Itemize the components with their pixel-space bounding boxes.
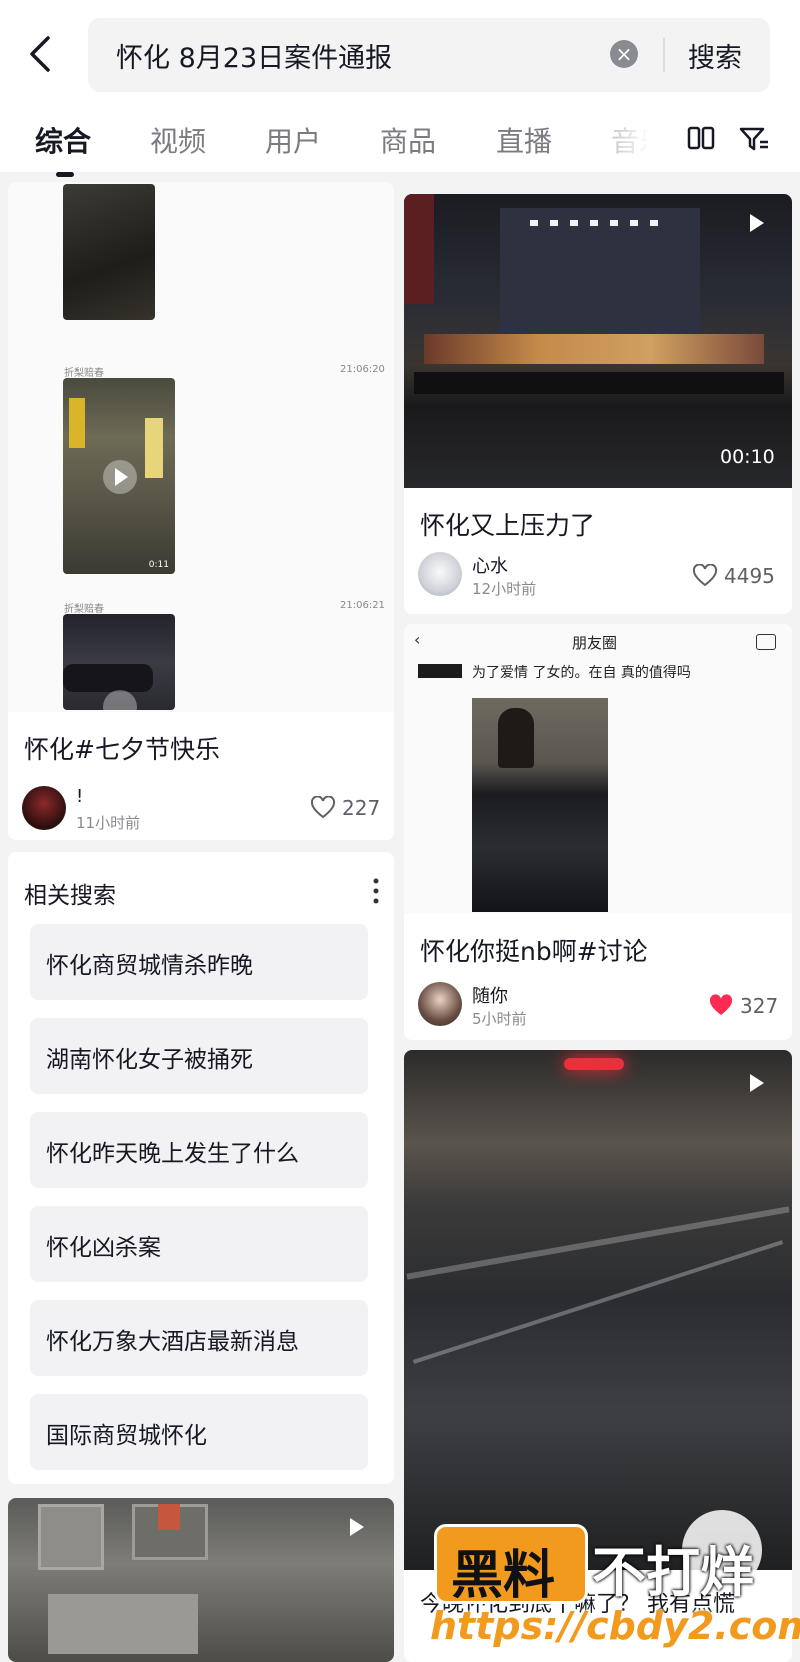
play-icon (103, 690, 137, 710)
related-item[interactable]: 怀化万象大酒店最新消息 (30, 1300, 368, 1376)
more-icon[interactable] (372, 878, 380, 908)
camera-icon (756, 634, 776, 650)
related-item[interactable]: 国际商贸城怀化 (30, 1394, 368, 1470)
figure-shape (145, 418, 163, 478)
tab-users[interactable]: 用户 (265, 120, 321, 160)
post-time: 12小时前 (472, 580, 537, 598)
video-title[interactable]: 怀化你挺nb啊#讨论 (420, 932, 648, 968)
road-line-shape (406, 1206, 790, 1280)
play-badge-icon (350, 1518, 364, 1536)
chat-video-thumbnail (63, 184, 155, 320)
play-icon (103, 460, 137, 494)
chat-time: 21:06:21 (340, 600, 385, 611)
play-badge-icon (750, 214, 764, 232)
clear-icon[interactable]: × (610, 40, 638, 68)
watermark-brand-box: 黑料 (434, 1524, 588, 1606)
chat-sender: 折梨赔春 (64, 604, 104, 615)
video-title[interactable]: 怀化又上压力了 (420, 506, 595, 542)
moments-back-icon: ‹ (414, 630, 421, 649)
post-time: 11小时前 (76, 814, 141, 832)
video-card-left-bottom[interactable] (8, 1498, 394, 1662)
author-avatar[interactable] (418, 552, 462, 596)
video-thumbnail: 00:10 (404, 194, 792, 488)
search-divider (663, 38, 665, 72)
author-name[interactable]: ! (76, 786, 83, 807)
play-badge-icon (750, 1074, 764, 1092)
sign-shape (404, 194, 434, 304)
video-card-right-1[interactable]: 00:10 怀化又上压力了 心水 12小时前 4495 (404, 194, 792, 614)
author-avatar[interactable] (22, 786, 66, 830)
heart-filled-icon[interactable] (708, 994, 734, 1022)
figure-shape (69, 398, 85, 448)
search-button[interactable]: 搜索 (688, 36, 742, 75)
tab-live[interactable]: 直播 (496, 120, 552, 160)
filter-icon[interactable] (738, 124, 770, 158)
person-shape (498, 708, 534, 768)
road-line-shape (412, 1240, 784, 1364)
heart-outline-icon[interactable] (310, 795, 336, 824)
redacted-avatar (418, 664, 462, 678)
building-lights (530, 220, 670, 226)
like-count: 227 (342, 796, 381, 820)
red-light-shape (564, 1058, 624, 1070)
tab-indicator (56, 172, 74, 177)
shopfront-lights (424, 334, 764, 364)
search-box[interactable]: 怀化 8月23日案件通报 × 搜索 (88, 18, 770, 92)
author-name[interactable]: 随你 (472, 982, 508, 1008)
moments-photo (472, 698, 608, 912)
tab-products[interactable]: 商品 (380, 120, 436, 160)
video-duration: 00:10 (720, 446, 775, 468)
related-title: 相关搜索 (24, 883, 116, 909)
moments-header: 朋友圈 (572, 634, 618, 652)
tab-video[interactable]: 视频 (150, 120, 206, 160)
window-shape (38, 1504, 104, 1570)
video-card-right-2[interactable]: ‹ 朋友圈 为了爱情 了女的。在自 真的值得吗 怀化你挺nb啊#讨论 随你 5小… (404, 624, 792, 1040)
video-thumbnail (404, 1050, 792, 1590)
video-card-left[interactable]: 折梨赔春 21:06:20 0:11 折梨赔春 21:06:21 怀化#七夕节快… (8, 182, 394, 840)
moments-text: 为了爱情 了女的。在自 真的值得吗 (472, 665, 691, 681)
post-time: 5小时前 (472, 1010, 527, 1028)
search-tabs: 综合 视频 用户 商品 直播 音乐 (0, 110, 800, 177)
related-item[interactable]: 湖南怀化女子被捅死 (30, 1018, 368, 1094)
tab-all[interactable]: 综合 (35, 120, 91, 160)
chat-video-thumbnail (63, 614, 175, 710)
tab-fade (560, 110, 680, 172)
top-bar: 怀化 8月23日案件通报 × 搜索 (0, 0, 800, 110)
related-item[interactable]: 怀化昨天晚上发生了什么 (30, 1112, 368, 1188)
video-title[interactable]: 怀化#七夕节快乐 (24, 730, 220, 766)
search-input[interactable]: 怀化 8月23日案件通报 (116, 36, 392, 75)
chat-time: 21:06:20 (340, 364, 385, 375)
moments-screenshot-cover: ‹ 朋友圈 为了爱情 了女的。在自 真的值得吗 (404, 624, 792, 914)
chat-screenshot-cover: 折梨赔春 21:06:20 0:11 折梨赔春 21:06:21 (8, 182, 394, 712)
video-duration: 0:11 (148, 560, 169, 570)
crowd-shape (414, 372, 784, 394)
back-arrow-icon[interactable] (22, 30, 62, 78)
watermark-url: https://cbdy2.com (430, 1604, 800, 1648)
laundry-shape (158, 1504, 180, 1530)
like-count: 4495 (724, 564, 775, 588)
related-searches-panel: 相关搜索 怀化商贸城情杀昨晚 湖南怀化女子被捅死 怀化昨天晚上发生了什么 怀化凶… (8, 852, 394, 1484)
author-avatar[interactable] (418, 982, 462, 1026)
related-item[interactable]: 怀化商贸城情杀昨晚 (30, 924, 368, 1000)
watermark-logo: 黑料 不打烊 https://cbdy2.com (430, 1524, 800, 1654)
chat-sender: 折梨赔春 (64, 368, 104, 379)
like-count: 327 (740, 994, 779, 1018)
double-column-icon[interactable] (686, 124, 716, 158)
heart-outline-icon[interactable] (692, 563, 718, 592)
chat-video-thumbnail: 0:11 (63, 378, 175, 574)
author-name[interactable]: 心水 (472, 552, 508, 578)
balcony-shape (48, 1594, 198, 1654)
car-shape (63, 664, 153, 692)
related-item[interactable]: 怀化凶杀案 (30, 1206, 368, 1282)
watermark-text: 不打烊 (592, 1541, 754, 1604)
